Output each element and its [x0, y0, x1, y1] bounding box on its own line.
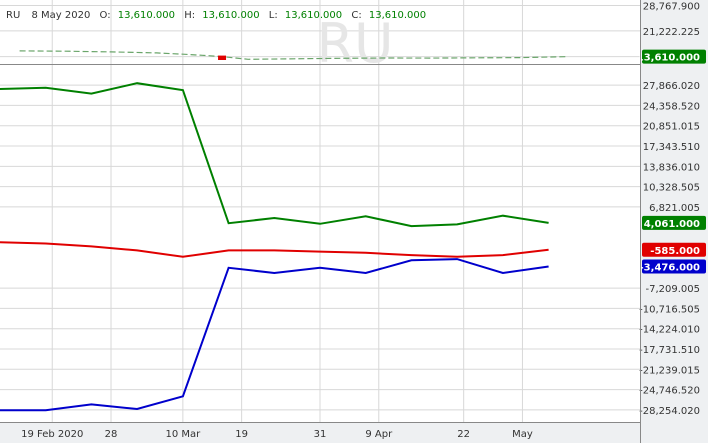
price-tick-label: 28,767.900 [643, 1, 700, 12]
position-last-label: -3,476.000 [640, 263, 700, 274]
price-tick-label: 21,222.225 [643, 27, 700, 38]
low-value: 13,610.000 [285, 10, 342, 21]
position-tick-label: 20,851.015 [643, 122, 700, 133]
position-tick-label: 24,358.520 [643, 101, 700, 112]
date-tick-label: 31 [314, 429, 327, 440]
position-last-label: 4,061.000 [644, 219, 700, 230]
date-tick-label: 28 [105, 429, 118, 440]
price-last-label: 13,610.000 [637, 53, 700, 64]
ohlc-header: RU 8 May 2020 O: 13,610.000 H: 13,610.00… [6, 10, 426, 21]
position-tick-label: -10,716.505 [639, 304, 700, 315]
position-tick-label: -14,224.010 [639, 325, 700, 336]
date-tick-label: 10 Mar [165, 429, 201, 440]
position-tick-label: -21,239.015 [639, 365, 700, 376]
position-tick-label: -24,746.520 [639, 386, 700, 397]
position-tick-label: 6,821.005 [649, 203, 700, 214]
position-tick-label: 13,836.010 [643, 162, 700, 173]
position-last-label: -585.000 [650, 246, 700, 257]
high-value: 13,610.000 [202, 10, 259, 21]
price-candle [218, 55, 227, 60]
open-label: O: [100, 10, 111, 21]
high-label: H: [184, 10, 195, 21]
date-label: 8 May 2020 [31, 10, 90, 21]
position-tick-label: -17,731.510 [639, 345, 700, 356]
date-tick-label: 9 Apr [365, 429, 393, 440]
position-tick-label: -28,254.020 [639, 406, 700, 417]
close-value: 13,610.000 [369, 10, 426, 21]
position-tick-label: -7,209.005 [645, 284, 700, 295]
open-value: 13,610.000 [118, 10, 175, 21]
position-tick-label: 27,866.020 [643, 81, 700, 92]
symbol-label: RU [6, 10, 20, 21]
chart-canvas[interactable]: RU 19 Feb 2020 28 10 Mar 19 31 9 Apr 22 May 28,7… [0, 0, 708, 443]
date-tick-label: May [512, 429, 533, 440]
date-tick-label: 19 [235, 429, 248, 440]
close-label: C: [351, 10, 361, 21]
low-label: L: [269, 10, 278, 21]
position-tick-label: 17,343.510 [643, 142, 700, 153]
watermark: RU [316, 12, 393, 75]
date-tick-label: 19 Feb 2020 [21, 429, 83, 440]
date-tick-label: 22 [457, 429, 470, 440]
chart-window: RU 19 Feb 2020 28 10 Mar 19 31 9 Apr 22 May 28,7… [0, 0, 708, 443]
position-tick-label: 10,328.505 [643, 183, 700, 194]
